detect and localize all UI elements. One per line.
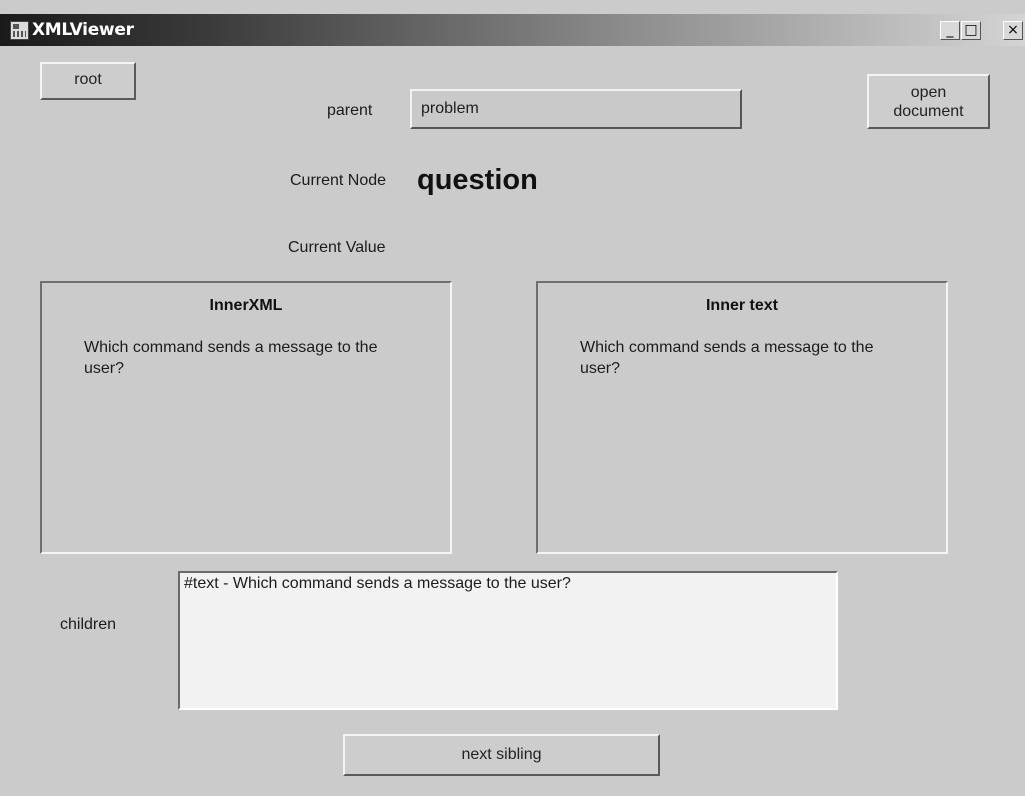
current-value-label: Current Value [288,239,386,256]
root-button[interactable]: root [40,62,136,100]
current-node-value: question [417,164,538,196]
innertext-panel: Inner text Which command sends a message… [536,281,948,554]
close-button[interactable]: × [1003,21,1023,40]
minimize-button[interactable]: _ [940,21,960,40]
open-document-button[interactable]: open document [867,74,990,129]
innerxml-panel: InnerXML Which command sends a message t… [40,281,452,554]
children-label: children [60,616,117,633]
parent-field[interactable]: problem [410,89,742,129]
list-item[interactable]: #text - Which command sends a message to… [184,575,832,593]
parent-label: parent [327,102,373,119]
innerxml-content: Which command sends a message to the use… [84,339,378,377]
maximize-button[interactable]: □ [961,21,981,40]
xmlviewer-window: XMLViewer _ □ × root parent problem open… [0,0,1025,796]
innerxml-title: InnerXML [209,297,283,314]
children-listbox[interactable]: #text - Which command sends a message to… [178,571,838,710]
innertext-title: Inner text [705,297,778,314]
window-title: XMLViewer [32,20,134,40]
innertext-content: Which command sends a message to the use… [580,339,874,377]
current-node-label: Current Node [290,172,387,189]
next-sibling-button[interactable]: next sibling [343,734,660,776]
app-icon[interactable] [10,21,29,40]
title-bar[interactable]: XMLViewer _ □ × [0,14,1025,46]
